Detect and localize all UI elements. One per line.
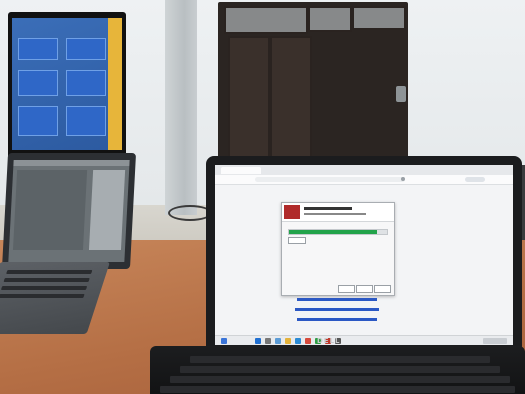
tv-tile <box>66 106 106 136</box>
wall-pillar <box>165 0 197 215</box>
laptop-brand-logo: DELL <box>317 337 341 345</box>
search-icon[interactable] <box>265 338 271 344</box>
keyboard-row <box>0 294 85 298</box>
door-leaf-left <box>228 36 270 168</box>
tv-tile <box>18 38 58 60</box>
back-button[interactable] <box>338 285 355 293</box>
download-link[interactable] <box>297 298 377 301</box>
windows-start-icon[interactable] <box>255 338 261 344</box>
left-laptop-content <box>12 170 88 250</box>
door-glass-left <box>224 6 308 34</box>
system-clock[interactable] <box>483 338 507 344</box>
keyboard-row <box>0 286 88 290</box>
installer-progress-fill <box>289 230 378 234</box>
left-laptop-screen <box>8 160 130 262</box>
door-glass-right <box>352 6 406 30</box>
tv-accent-bar <box>108 18 122 150</box>
download-link[interactable] <box>297 318 377 321</box>
left-laptop-sidepanel <box>88 170 126 250</box>
folder-icon[interactable] <box>285 338 291 344</box>
installer-subtitle <box>304 213 366 215</box>
door-leaf-right <box>270 36 312 168</box>
installer-logo-icon <box>284 205 300 219</box>
wall-switch <box>396 86 406 102</box>
left-laptop-titlebar <box>13 160 130 166</box>
installer-progress-bar <box>288 229 388 235</box>
tv-tile <box>18 70 58 96</box>
door-glass-mid <box>308 6 352 32</box>
show-details-button[interactable] <box>288 237 306 244</box>
task-view-icon[interactable] <box>275 338 281 344</box>
edge-icon[interactable] <box>295 338 301 344</box>
installer-dialog-header <box>282 203 394 222</box>
right-laptop-screen <box>215 165 513 345</box>
tv-tile <box>18 106 58 136</box>
tv-tile <box>66 70 106 96</box>
keyboard-row <box>6 270 93 274</box>
windows-taskbar <box>215 335 513 345</box>
cancel-button[interactable] <box>374 285 391 293</box>
next-button[interactable] <box>356 285 373 293</box>
wooden-door <box>218 2 408 170</box>
keyboard-row <box>3 278 90 282</box>
keyboard-row <box>160 386 515 393</box>
tv-screen <box>12 18 122 150</box>
download-link[interactable] <box>295 308 379 311</box>
start-icon[interactable] <box>221 338 227 344</box>
tv-tile <box>66 38 106 60</box>
installer-dialog <box>281 202 395 296</box>
keyboard-row <box>170 376 510 383</box>
keyboard-row <box>190 356 490 363</box>
bookmark-icon[interactable] <box>401 177 405 181</box>
keyboard-row <box>180 366 500 373</box>
right-laptop-keyboard-deck <box>150 346 525 394</box>
installer-title <box>304 207 352 210</box>
chrome-icon[interactable] <box>305 338 311 344</box>
browser-tab[interactable] <box>221 167 261 174</box>
profile-button[interactable] <box>465 177 485 182</box>
address-bar[interactable] <box>255 177 405 182</box>
